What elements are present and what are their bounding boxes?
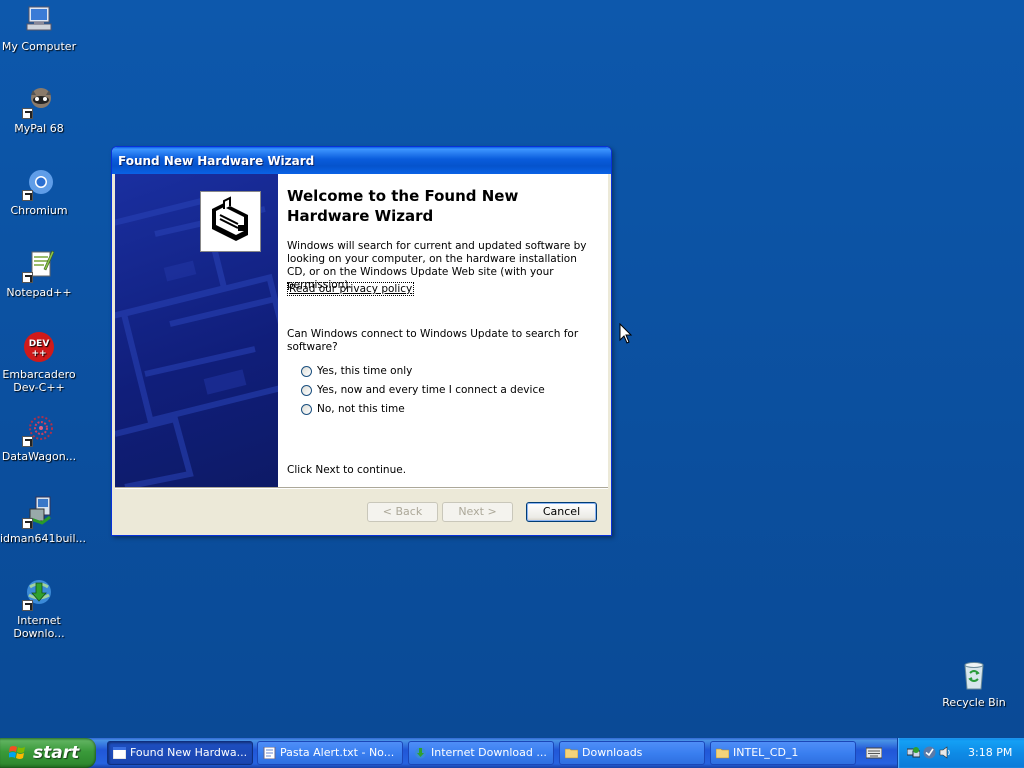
desktop-icon-label: DataWagon... bbox=[1, 450, 77, 463]
taskbar-button-label: Pasta Alert.txt - No... bbox=[280, 746, 395, 759]
shortcut-arrow-icon bbox=[22, 108, 33, 119]
recycle-bin-icon bbox=[957, 659, 991, 693]
desktop-icon-notepadpp[interactable]: Notepad++ bbox=[0, 249, 78, 299]
taskbar-button-label: Found New Hardwa... bbox=[130, 746, 248, 759]
radio-button[interactable] bbox=[301, 403, 312, 415]
desktop-icon-internet-download-manager[interactable]: Internet Downlo... bbox=[0, 577, 78, 640]
taskbar-button-pasta-alert[interactable]: Pasta Alert.txt - No... bbox=[257, 741, 403, 765]
system-tray: 3:18 PM bbox=[897, 738, 1024, 768]
desktop-icon-label: Internet Downlo... bbox=[13, 614, 65, 640]
taskbar-button-internet-download[interactable]: Internet Download ... bbox=[408, 741, 554, 765]
svg-text:DEV: DEV bbox=[29, 339, 50, 349]
desktop-icon-label: Chromium bbox=[10, 204, 68, 217]
devcpp-icon: DEV ++ bbox=[22, 331, 56, 365]
option-label: Yes, now and every time I connect a devi… bbox=[317, 384, 545, 396]
wizard-body: Welcome to the Found New Hardware Wizard… bbox=[115, 174, 608, 532]
desktop-icon-label: Notepad++ bbox=[6, 286, 72, 299]
desktop-icon-devcpp[interactable]: DEV ++ Embarcadero Dev-C++ bbox=[0, 331, 78, 394]
privacy-policy-link[interactable]: Read our privacy policy bbox=[287, 282, 415, 296]
window-title: Found New Hardware Wizard bbox=[118, 154, 315, 168]
taskbar-button-label: Downloads bbox=[582, 746, 643, 759]
desktop: My Computer MyPal 68 Chromium Notepad++ … bbox=[0, 0, 1024, 738]
keyboard-icon[interactable] bbox=[866, 747, 882, 759]
window-icon bbox=[113, 747, 126, 759]
mouse-cursor-icon bbox=[619, 323, 633, 344]
taskbar-clock[interactable]: 3:18 PM bbox=[968, 746, 1012, 759]
volume-icon[interactable] bbox=[939, 746, 952, 759]
wizard-content: Welcome to the Found New Hardware Wizard… bbox=[278, 174, 608, 487]
continue-hint: Click Next to continue. bbox=[287, 464, 407, 476]
svg-text:++: ++ bbox=[31, 349, 46, 359]
taskbar-button-found-new-hardware[interactable]: Found New Hardwa... bbox=[107, 741, 253, 765]
taskbar: start Found New Hardwa... Pasta Alert.tx… bbox=[0, 738, 1024, 768]
wizard-question: Can Windows connect to Windows Update to… bbox=[287, 328, 579, 353]
idm-icon bbox=[415, 747, 426, 759]
start-button[interactable]: start bbox=[0, 738, 96, 768]
folder-icon bbox=[716, 748, 729, 759]
start-label: start bbox=[33, 743, 80, 763]
wizard-heading: Welcome to the Found New Hardware Wizard bbox=[287, 187, 519, 225]
shortcut-arrow-icon bbox=[22, 272, 33, 283]
my-computer-icon bbox=[22, 3, 56, 37]
internet-download-manager-icon bbox=[22, 577, 56, 611]
radio-button[interactable] bbox=[301, 365, 312, 377]
shortcut-arrow-icon bbox=[22, 190, 33, 201]
desktop-icon-label: idman641buil... bbox=[0, 532, 87, 545]
taskbar-button-intel-cd[interactable]: INTEL_CD_1 bbox=[710, 741, 856, 765]
option-yes-this-time[interactable]: Yes, this time only bbox=[301, 365, 412, 377]
security-shield-icon[interactable] bbox=[923, 746, 936, 759]
desktop-icon-label: Embarcadero Dev-C++ bbox=[2, 368, 76, 394]
desktop-icon-recycle-bin[interactable]: Recycle Bin bbox=[935, 659, 1013, 709]
shortcut-arrow-icon bbox=[22, 436, 33, 447]
desktop-icon-label: Recycle Bin bbox=[942, 696, 1006, 709]
next-button[interactable]: Next > bbox=[442, 502, 513, 522]
wizard-side-banner bbox=[115, 174, 278, 487]
hardware-card-icon bbox=[200, 191, 261, 252]
notepad-icon bbox=[263, 747, 276, 759]
option-label: No, not this time bbox=[317, 403, 405, 415]
taskbar-button-label: INTEL_CD_1 bbox=[733, 746, 799, 759]
cancel-button[interactable]: Cancel bbox=[526, 502, 597, 522]
option-label: Yes, this time only bbox=[317, 365, 413, 377]
notepadpp-icon bbox=[22, 249, 56, 283]
shortcut-arrow-icon bbox=[22, 518, 33, 529]
radio-button[interactable] bbox=[301, 384, 312, 396]
option-no-not-this-time[interactable]: No, not this time bbox=[301, 403, 405, 415]
desktop-icon-idm-installer[interactable]: idman641buil... bbox=[0, 495, 87, 545]
network-icon[interactable] bbox=[907, 746, 920, 759]
desktop-icon-datawagon[interactable]: DataWagon... bbox=[0, 413, 78, 463]
taskbar-button-label: Internet Download ... bbox=[431, 746, 547, 759]
desktop-icon-my-computer[interactable]: My Computer bbox=[0, 3, 78, 53]
chromium-icon bbox=[22, 167, 56, 201]
option-yes-every-time[interactable]: Yes, now and every time I connect a devi… bbox=[301, 384, 545, 396]
back-button[interactable]: < Back bbox=[367, 502, 438, 522]
taskbar-button-downloads[interactable]: Downloads bbox=[559, 741, 705, 765]
found-new-hardware-wizard-window[interactable]: Found New Hardware Wizard Welcome to the… bbox=[111, 146, 612, 536]
windows-flag-icon bbox=[9, 746, 25, 759]
datawagon-icon bbox=[22, 413, 56, 447]
idm-installer-icon bbox=[22, 495, 56, 529]
desktop-icon-label: My Computer bbox=[1, 40, 77, 53]
folder-icon bbox=[565, 748, 578, 759]
desktop-icon-label: MyPal 68 bbox=[14, 122, 64, 135]
window-titlebar[interactable]: Found New Hardware Wizard bbox=[112, 147, 611, 174]
mypal-icon bbox=[22, 85, 56, 119]
button-area-divider bbox=[115, 487, 608, 489]
desktop-icon-chromium[interactable]: Chromium bbox=[0, 167, 78, 217]
shortcut-arrow-icon bbox=[22, 600, 33, 611]
desktop-icon-mypal[interactable]: MyPal 68 bbox=[0, 85, 78, 135]
